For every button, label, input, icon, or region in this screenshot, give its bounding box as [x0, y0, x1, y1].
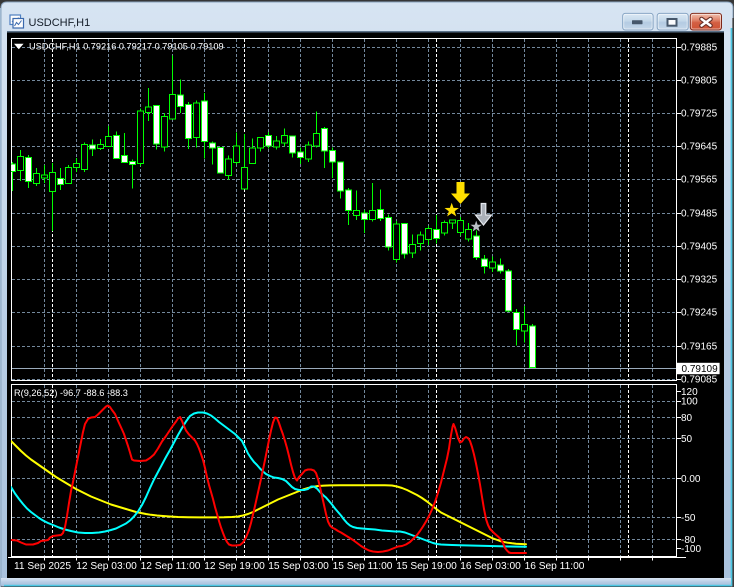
svg-text:15 Sep 11:00: 15 Sep 11:00 — [333, 561, 393, 572]
svg-text:0.79725: 0.79725 — [681, 109, 718, 120]
svg-text:-50: -50 — [681, 513, 696, 524]
svg-text:0.79485: 0.79485 — [681, 209, 718, 220]
svg-text:11 Sep 2025: 11 Sep 2025 — [14, 561, 71, 572]
svg-text:12 Sep 19:00: 12 Sep 19:00 — [204, 561, 265, 572]
svg-text:12 Sep 03:00: 12 Sep 03:00 — [76, 561, 137, 572]
svg-text:16 Sep 03:00: 16 Sep 03:00 — [460, 561, 521, 572]
svg-text:100: 100 — [681, 397, 698, 408]
svg-text:0.79109: 0.79109 — [682, 364, 719, 375]
svg-text:0.79085: 0.79085 — [681, 375, 718, 386]
svg-text:USDCHF,H1: USDCHF,H1 — [29, 17, 91, 29]
svg-text:12 Sep 11:00: 12 Sep 11:00 — [141, 561, 201, 572]
svg-text:0.79245: 0.79245 — [681, 308, 718, 319]
svg-text:USDCHF,H1 0.79216 0.79217 0.79: USDCHF,H1 0.79216 0.79217 0.79105 0.7910… — [29, 42, 224, 52]
svg-text:80: 80 — [681, 413, 693, 424]
svg-text:16 Sep 11:00: 16 Sep 11:00 — [525, 561, 585, 572]
svg-text:0.79405: 0.79405 — [681, 242, 718, 253]
svg-text:0.79885: 0.79885 — [681, 43, 718, 54]
svg-text:0.79325: 0.79325 — [681, 275, 718, 286]
svg-text:0.79645: 0.79645 — [681, 142, 718, 153]
svg-text:0.79165: 0.79165 — [681, 342, 718, 353]
svg-text:-100: -100 — [681, 544, 701, 555]
svg-text:15 Sep 03:00: 15 Sep 03:00 — [268, 561, 329, 572]
svg-text:0.79805: 0.79805 — [681, 76, 718, 87]
svg-text:50: 50 — [681, 434, 693, 445]
svg-text:15 Sep 19:00: 15 Sep 19:00 — [396, 561, 457, 572]
svg-text:0.79565: 0.79565 — [681, 175, 718, 186]
svg-text:R(9,26,52) -96.7 -88.6 -88.3: R(9,26,52) -96.7 -88.6 -88.3 — [14, 388, 128, 398]
svg-text:0.00: 0.00 — [681, 474, 701, 485]
